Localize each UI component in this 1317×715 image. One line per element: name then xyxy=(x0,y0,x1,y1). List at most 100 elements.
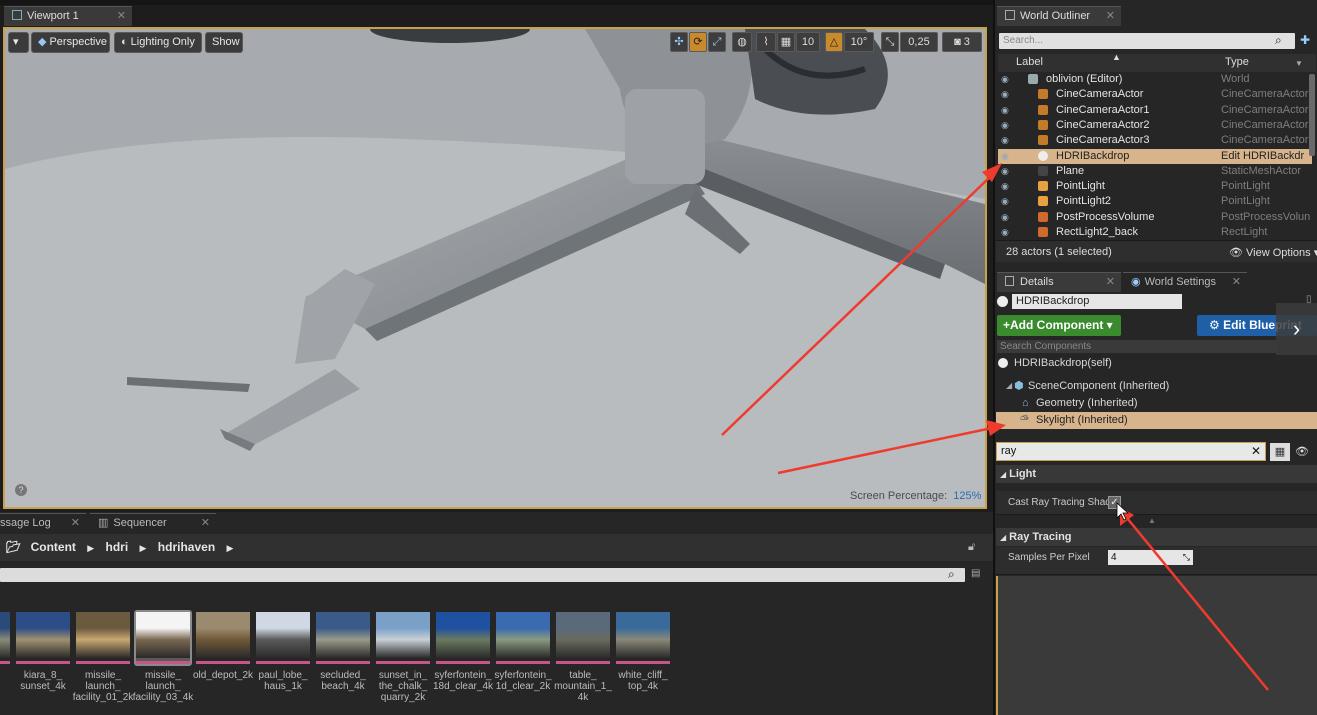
viewport[interactable]: ▾ ◆ Perspective ◐ Lighting Only Show ✣ ⟳ ⤢… xyxy=(3,27,987,509)
bulb-icon xyxy=(1038,181,1048,192)
save-search-icon[interactable]: ▤ xyxy=(971,568,980,579)
asset-thumbnail[interactable] xyxy=(316,612,370,664)
property-matrix-icon[interactable]: ▦ xyxy=(1270,443,1290,461)
grid-snap-value[interactable]: 10 xyxy=(796,32,820,52)
asset-thumbnail[interactable] xyxy=(76,612,130,664)
advanced-arrow-icon[interactable]: ▲ xyxy=(1148,516,1156,525)
asset-thumbnail[interactable] xyxy=(496,612,550,664)
component-scene[interactable]: ◢ ⬢ SceneComponent (Inherited) xyxy=(996,378,1317,394)
asset-thumbnail[interactable] xyxy=(376,612,430,664)
rotate-tool-icon[interactable]: ⟳ xyxy=(689,32,707,52)
close-icon[interactable]: ✕ xyxy=(1232,273,1241,292)
tab-world-settings[interactable]: ◉ World Settings ✕ xyxy=(1123,272,1247,292)
surface-snap-icon[interactable]: ⌇ xyxy=(756,32,776,52)
asset-thumbnail[interactable] xyxy=(616,612,670,664)
actor-name-field[interactable]: HDRIBackdrop xyxy=(1012,294,1182,309)
visibility-eye-icon[interactable]: ◉ xyxy=(1001,72,1009,87)
search-icon[interactable]: ⌕ xyxy=(1275,33,1282,48)
perspective-button[interactable]: ◆ Perspective xyxy=(31,32,110,53)
component-self[interactable]: HDRIBackdrop(self) xyxy=(996,355,1317,371)
breadcrumb-hdrihaven[interactable]: hdrihaven xyxy=(158,540,215,554)
world-local-icon[interactable]: ◍ xyxy=(732,32,752,52)
outliner-row[interactable]: ◉ CineCameraActor3 CineCameraActor xyxy=(998,133,1312,148)
visibility-eye-icon[interactable]: ◉ xyxy=(1001,103,1009,118)
visibility-eye-icon[interactable]: ◉ xyxy=(1001,118,1009,133)
component-geometry[interactable]: ⌂ Geometry (Inherited) xyxy=(996,395,1317,411)
outliner-scrollbar[interactable] xyxy=(1309,74,1315,156)
breadcrumb-content[interactable]: Content xyxy=(31,540,76,554)
asset-thumbnail[interactable] xyxy=(256,612,310,664)
asset-thumbnail[interactable] xyxy=(16,612,70,664)
cast-ray-checkbox[interactable]: ✓ xyxy=(1108,496,1121,509)
asset-thumbnail[interactable] xyxy=(196,612,250,664)
angle-snap-value[interactable]: 10° xyxy=(844,32,874,52)
clear-icon[interactable]: ✕ xyxy=(1251,444,1261,458)
search-icon[interactable]: ⌕ xyxy=(948,567,955,582)
visibility-eye-icon[interactable]: ◉ xyxy=(1001,210,1009,225)
resize-icon[interactable]: ⤡ xyxy=(1183,550,1190,565)
search-components-input[interactable]: Search Components xyxy=(997,340,1277,353)
outliner-row[interactable]: ◉ CineCameraActor1 CineCameraActor xyxy=(998,103,1312,118)
close-icon[interactable]: ✕ xyxy=(117,7,126,26)
visibility-eye-icon[interactable]: ◉ xyxy=(1001,149,1009,164)
section-light[interactable]: ◢ Light xyxy=(996,465,1317,483)
breadcrumb-hdri[interactable]: hdri xyxy=(106,540,129,554)
outliner-row[interactable]: ◉ PointLight2 PointLight xyxy=(998,194,1312,209)
outliner-row[interactable]: ◉ RectLight2_back RectLight xyxy=(998,225,1312,240)
visibility-eye-icon[interactable]: ◉ xyxy=(1001,194,1009,209)
camera-speed-button[interactable]: ◙ 3 xyxy=(942,32,982,52)
screen-percentage-label: Screen Percentage: xyxy=(850,490,948,502)
tab-world-outliner[interactable]: World Outliner ✕ xyxy=(997,6,1121,26)
close-icon[interactable]: ✕ xyxy=(201,514,210,533)
scale-tool-icon[interactable]: ⤢ xyxy=(708,32,726,52)
translate-tool-icon[interactable]: ✣ xyxy=(670,32,688,52)
samples-per-pixel-field[interactable]: 4 ⤡ xyxy=(1108,550,1193,565)
expand-arrow-icon[interactable]: ◢ xyxy=(1006,378,1012,394)
add-actor-icon[interactable]: ✚ xyxy=(1300,33,1310,47)
section-ray-tracing[interactable]: ◢ Ray Tracing xyxy=(996,528,1317,546)
outliner-row[interactable]: ◉ PointLight PointLight xyxy=(998,179,1312,194)
view-options-button[interactable]: 👁︎ View Options ▾ xyxy=(1229,246,1317,259)
viewport-options-button[interactable]: ▾ xyxy=(8,32,29,53)
add-component-button[interactable]: +Add Component ▾ xyxy=(997,315,1121,336)
asset-thumbnail[interactable] xyxy=(436,612,490,664)
asset-thumbnail[interactable] xyxy=(0,612,10,664)
lighting-only-button[interactable]: ◐ Lighting Only xyxy=(114,32,202,53)
outliner-row[interactable]: ◉ PostProcessVolume PostProcessVolun xyxy=(998,210,1312,225)
outliner-row[interactable]: ◉ HDRIBackdrop Edit HDRIBackdr xyxy=(998,148,1312,164)
tab-details[interactable]: Details ✕ xyxy=(997,272,1121,292)
lock-icon[interactable]: 🔓︎ xyxy=(968,541,975,554)
visibility-eye-icon[interactable]: ◉ xyxy=(1001,164,1009,179)
asset-search-input[interactable] xyxy=(0,568,965,582)
tab-viewport[interactable]: Viewport 1 ✕ xyxy=(4,6,132,26)
tab-message-log[interactable]: ssage Log ✕ xyxy=(0,513,86,533)
details-search-input[interactable]: ray ✕ xyxy=(996,442,1266,461)
help-icon[interactable]: ? xyxy=(15,484,27,496)
angle-snap-icon[interactable]: △ xyxy=(825,32,843,52)
tab-sequencer[interactable]: ▥ Sequencer ✕ xyxy=(90,513,216,533)
asset-thumbnail[interactable] xyxy=(134,610,192,666)
grid-snap-icon[interactable]: ▦ xyxy=(777,32,795,52)
col-label[interactable]: Label xyxy=(1016,56,1043,68)
eye-icon[interactable]: 👁︎ xyxy=(1295,445,1309,458)
scale-snap-value[interactable]: 0,25 xyxy=(900,32,938,52)
scale-snap-icon[interactable]: ⤡ xyxy=(881,32,899,52)
close-icon[interactable]: ✕ xyxy=(1106,273,1115,292)
outliner-search-input[interactable]: Search... xyxy=(999,33,1295,49)
outliner-row[interactable]: ◉ Plane StaticMeshActor xyxy=(998,164,1312,179)
show-button[interactable]: Show xyxy=(205,32,243,53)
visibility-eye-icon[interactable]: ◉ xyxy=(1001,179,1009,194)
next-arrow-icon[interactable]: › xyxy=(1276,303,1317,355)
visibility-eye-icon[interactable]: ◉ xyxy=(1001,87,1009,102)
asset-thumbnail[interactable] xyxy=(556,612,610,664)
outliner-row[interactable]: ◉ oblivion (Editor) World xyxy=(998,72,1312,87)
visibility-eye-icon[interactable]: ◉ xyxy=(1001,225,1009,240)
component-skylight[interactable]: ⛅︎ Skylight (Inherited) xyxy=(996,412,1317,429)
outliner-row[interactable]: ◉ CineCameraActor CineCameraActor xyxy=(998,87,1312,102)
col-type[interactable]: Type xyxy=(1225,56,1249,68)
visibility-eye-icon[interactable]: ◉ xyxy=(1001,133,1009,148)
outliner-row[interactable]: ◉ CineCameraActor2 CineCameraActor xyxy=(998,118,1312,133)
close-icon[interactable]: ✕ xyxy=(71,514,80,533)
outliner-row-type[interactable]: Edit HDRIBackdr xyxy=(1221,149,1304,164)
close-icon[interactable]: ✕ xyxy=(1106,7,1115,26)
